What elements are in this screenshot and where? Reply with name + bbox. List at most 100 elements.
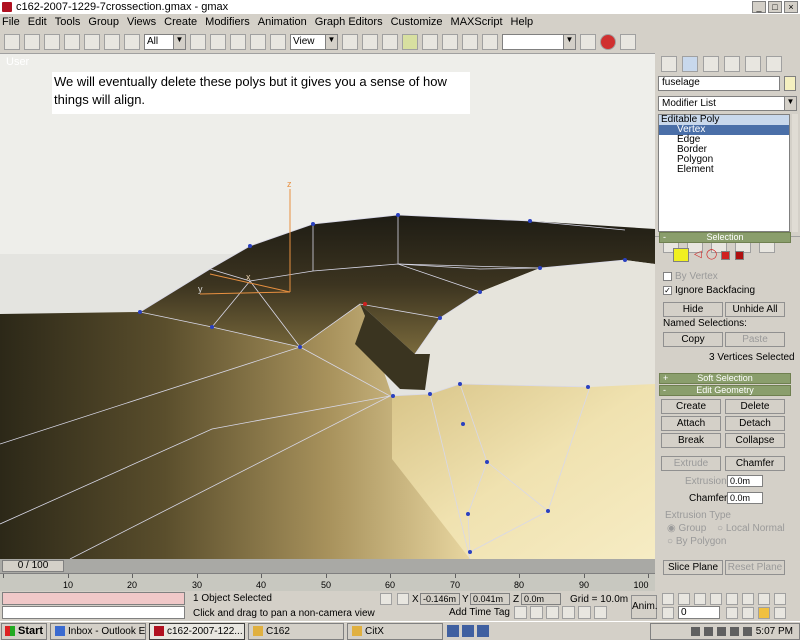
select-link-icon[interactable] <box>44 33 60 50</box>
select-by-name-icon[interactable] <box>190 33 206 50</box>
pan-hand-icon[interactable] <box>758 607 770 619</box>
squash-icon[interactable] <box>270 33 286 50</box>
region-select-icon[interactable] <box>124 33 140 50</box>
chamfer-spinner[interactable]: 0.0m <box>727 492 763 504</box>
menu-tools[interactable]: Tools <box>55 16 81 28</box>
group-radio[interactable]: ◉ Group <box>667 523 706 534</box>
clock[interactable]: 5:07 PM <box>756 626 793 637</box>
pivot-center-icon[interactable] <box>342 33 358 50</box>
zoom-all-icon[interactable] <box>758 593 770 605</box>
time-slider[interactable]: 0 / 100 <box>0 559 655 573</box>
extrusion-spinner[interactable]: 0.0m <box>727 475 763 487</box>
field-of-view-icon[interactable] <box>742 607 754 619</box>
menu-edit[interactable]: Edit <box>28 16 47 28</box>
angle-snap-icon[interactable] <box>546 606 559 619</box>
zoom-extents-icon[interactable] <box>774 593 786 605</box>
tray-icon[interactable] <box>703 627 713 636</box>
animate-button[interactable]: Anim. <box>631 595 658 619</box>
stack-item-element[interactable]: Element <box>659 165 789 175</box>
menu-file[interactable]: File <box>2 16 20 28</box>
menu-customize[interactable]: Customize <box>391 16 443 28</box>
motion-tab-icon[interactable] <box>724 56 740 72</box>
delete-button[interactable]: Delete <box>725 399 785 414</box>
paste-button[interactable]: Paste <box>725 332 785 347</box>
selection-rollout-header[interactable]: - Selection <box>659 232 791 243</box>
mirror-icon[interactable] <box>442 33 458 50</box>
quick-launch-icon[interactable] <box>447 625 459 637</box>
z-coord-field[interactable]: 0.0m <box>521 593 561 605</box>
menu-views[interactable]: Views <box>127 16 156 28</box>
utilities-tab-icon[interactable] <box>766 56 782 72</box>
bind-space-warp-icon[interactable] <box>84 33 100 50</box>
taskbar-item-c162[interactable]: C162 <box>248 622 344 640</box>
maxscript-listener-input[interactable] <box>2 606 185 619</box>
restrict-x-icon[interactable] <box>362 33 378 50</box>
time-config-icon[interactable] <box>726 607 738 619</box>
reference-coordinate-dropdown[interactable]: View ▼ <box>290 33 338 50</box>
named-selection-sets-dropdown[interactable]: ▼ <box>502 33 576 50</box>
play-icon[interactable] <box>694 593 706 605</box>
go-to-start-icon[interactable] <box>662 593 674 605</box>
rotate-icon[interactable] <box>230 33 246 50</box>
object-color-swatch[interactable] <box>784 76 796 91</box>
stack-scrollbar[interactable] <box>792 114 798 232</box>
border-mode-icon[interactable]: ◯ <box>705 248 721 262</box>
collapse-button[interactable]: Collapse <box>725 433 785 448</box>
create-tab-icon[interactable] <box>661 56 677 72</box>
go-to-end-icon[interactable] <box>726 593 738 605</box>
selection-filter-dropdown[interactable]: All ▼ <box>144 33 186 50</box>
minimize-button[interactable]: _ <box>752 1 766 13</box>
maximize-button[interactable]: □ <box>768 1 782 13</box>
create-button[interactable]: Create <box>661 399 721 414</box>
quick-launch-icon[interactable] <box>462 625 474 637</box>
move-icon[interactable] <box>210 33 226 50</box>
menu-animation[interactable]: Animation <box>258 16 307 28</box>
break-button[interactable]: Break <box>661 433 721 448</box>
x-coord-field[interactable]: -0.146m <box>420 593 460 605</box>
taskbar-item-citx[interactable]: CitX <box>347 622 443 640</box>
extrude-button[interactable]: Extrude <box>661 456 721 471</box>
align-icon[interactable] <box>462 33 478 50</box>
chamfer-button[interactable]: Chamfer <box>725 456 785 471</box>
taskbar-item-gmax[interactable]: c162-2007-122... <box>149 622 245 640</box>
detach-button[interactable]: Detach <box>725 416 785 431</box>
key-mode-icon[interactable] <box>594 606 607 619</box>
lock-selection-icon[interactable] <box>380 593 392 605</box>
polygon-mode-icon[interactable] <box>721 251 730 260</box>
next-frame-icon[interactable] <box>710 593 722 605</box>
modifier-list-dropdown[interactable]: Modifier List ▼ <box>658 96 797 111</box>
absolute-mode-icon[interactable] <box>397 593 409 605</box>
slice-plane-button[interactable]: Slice Plane <box>663 560 723 575</box>
taskbar-item-outlook[interactable]: Inbox - Outlook E... <box>50 622 146 640</box>
by-vertex-checkbox[interactable]: By Vertex <box>663 271 718 282</box>
element-mode-icon[interactable] <box>735 251 744 260</box>
display-tab-icon[interactable] <box>745 56 761 72</box>
user-viewport[interactable]: z x y User We will eventually delete the… <box>0 54 655 559</box>
arc-rotate-icon[interactable] <box>774 607 786 619</box>
undo-icon[interactable] <box>4 33 20 50</box>
redo-icon[interactable] <box>24 33 40 50</box>
restrict-y-icon[interactable] <box>382 33 398 50</box>
menu-modifiers[interactable]: Modifiers <box>205 16 250 28</box>
y-coord-field[interactable]: 0.041m <box>470 593 510 605</box>
key-icon[interactable] <box>662 607 674 619</box>
quick-launch-icon[interactable] <box>477 625 489 637</box>
soft-selection-rollout-header[interactable]: + Soft Selection <box>659 373 791 384</box>
material-editor-icon[interactable] <box>580 33 596 50</box>
tray-icon[interactable] <box>742 627 752 636</box>
hide-button[interactable]: Hide <box>663 302 723 317</box>
start-button[interactable]: Start <box>1 622 47 640</box>
zoom-icon[interactable] <box>742 593 754 605</box>
menu-help[interactable]: Help <box>511 16 534 28</box>
modify-tab-icon[interactable] <box>682 56 698 72</box>
spinner-snap-icon[interactable] <box>578 606 591 619</box>
tray-icon[interactable] <box>729 627 739 636</box>
unlink-icon[interactable] <box>64 33 80 50</box>
copy-button[interactable]: Copy <box>663 332 723 347</box>
hierarchy-tab-icon[interactable] <box>703 56 719 72</box>
current-frame-field[interactable]: 0 <box>678 606 720 619</box>
edit-geometry-rollout-header[interactable]: - Edit Geometry <box>659 385 791 396</box>
named-selection-icon[interactable] <box>482 33 498 50</box>
vertex-mode-icon[interactable] <box>673 248 689 262</box>
unhide-all-button[interactable]: Unhide All <box>725 302 785 317</box>
